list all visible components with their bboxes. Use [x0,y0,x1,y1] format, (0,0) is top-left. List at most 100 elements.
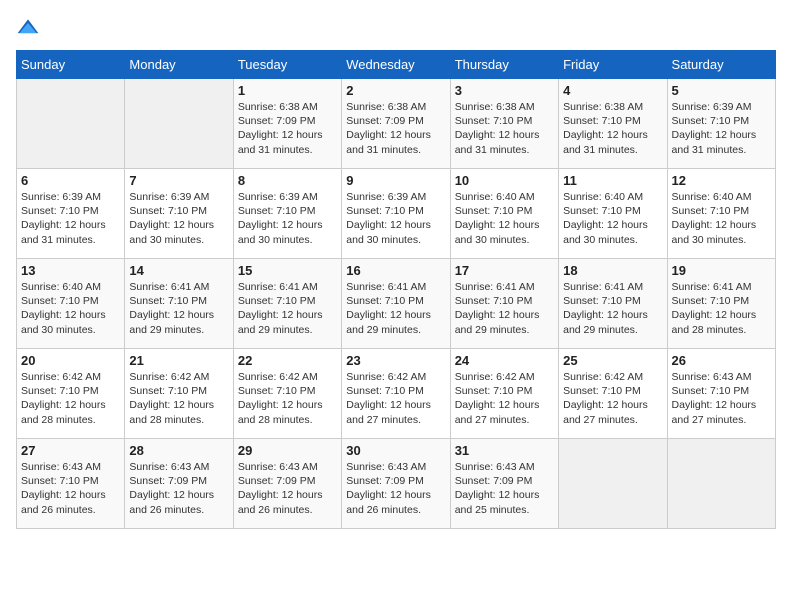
day-info: Sunrise: 6:43 AM Sunset: 7:09 PM Dayligh… [346,460,445,517]
day-number: 18 [563,263,662,278]
day-number: 1 [238,83,337,98]
day-info: Sunrise: 6:38 AM Sunset: 7:10 PM Dayligh… [455,100,554,157]
calendar-cell: 16 Sunrise: 6:41 AM Sunset: 7:10 PM Dayli… [342,259,450,349]
day-number: 16 [346,263,445,278]
calendar-cell: 20 Sunrise: 6:42 AM Sunset: 7:10 PM Dayli… [17,349,125,439]
calendar-cell: 26Sunrise: 6:43 AM Sunset: 7:10 PM Dayli… [667,349,775,439]
day-info: Sunrise: 6:42 AM Sunset: 7:10 PM Dayligh… [455,370,554,427]
day-number: 22 [238,353,337,368]
calendar-cell [125,79,233,169]
calendar-cell: 23 Sunrise: 6:42 AM Sunset: 7:10 PM Dayli… [342,349,450,439]
day-number: 31 [455,443,554,458]
day-number: 29 [238,443,337,458]
day-number: 2 [346,83,445,98]
day-info: Sunrise: 6:38 AM Sunset: 7:09 PM Dayligh… [238,100,337,157]
day-info: Sunrise: 6:43 AM Sunset: 7:09 PM Dayligh… [238,460,337,517]
day-number: 10 [455,173,554,188]
day-info: Sunrise: 6:40 AM Sunset: 7:10 PM Dayligh… [455,190,554,247]
day-info: Sunrise: 6:43 AM Sunset: 7:09 PM Dayligh… [455,460,554,517]
day-number: 28 [129,443,228,458]
day-info: Sunrise: 6:39 AM Sunset: 7:10 PM Dayligh… [21,190,120,247]
calendar-cell: 30 Sunrise: 6:43 AM Sunset: 7:09 PM Dayli… [342,439,450,529]
day-info: Sunrise: 6:41 AM Sunset: 7:10 PM Dayligh… [238,280,337,337]
day-number: 14 [129,263,228,278]
day-number: 23 [346,353,445,368]
day-of-week-header: Wednesday [342,51,450,79]
calendar-cell: 29 Sunrise: 6:43 AM Sunset: 7:09 PM Dayli… [233,439,341,529]
day-info: Sunrise: 6:38 AM Sunset: 7:09 PM Dayligh… [346,100,445,157]
calendar-cell: 25 Sunrise: 6:42 AM Sunset: 7:10 PM Dayli… [559,349,667,439]
day-number: 27 [21,443,120,458]
calendar-week-row: 20 Sunrise: 6:42 AM Sunset: 7:10 PM Dayli… [17,349,776,439]
calendar-cell: 21 Sunrise: 6:42 AM Sunset: 7:10 PM Dayli… [125,349,233,439]
day-info: Sunrise: 6:41 AM Sunset: 7:10 PM Dayligh… [563,280,662,337]
day-of-week-header: Tuesday [233,51,341,79]
calendar-cell [17,79,125,169]
day-info: Sunrise: 6:41 AM Sunset: 7:10 PM Dayligh… [346,280,445,337]
calendar-cell: 28 Sunrise: 6:43 AM Sunset: 7:09 PM Dayli… [125,439,233,529]
day-of-week-header: Monday [125,51,233,79]
day-info: Sunrise: 6:39 AM Sunset: 7:10 PM Dayligh… [672,100,771,157]
day-number: 4 [563,83,662,98]
calendar-cell: 22 Sunrise: 6:42 AM Sunset: 7:10 PM Dayli… [233,349,341,439]
calendar-cell: 18 Sunrise: 6:41 AM Sunset: 7:10 PM Dayli… [559,259,667,349]
day-info: Sunrise: 6:42 AM Sunset: 7:10 PM Dayligh… [346,370,445,427]
calendar-week-row: 13 Sunrise: 6:40 AM Sunset: 7:10 PM Dayli… [17,259,776,349]
day-number: 19 [672,263,771,278]
day-number: 8 [238,173,337,188]
day-number: 7 [129,173,228,188]
day-number: 30 [346,443,445,458]
calendar-cell: 9 Sunrise: 6:39 AM Sunset: 7:10 PM Daylig… [342,169,450,259]
calendar-cell: 6 Sunrise: 6:39 AM Sunset: 7:10 PM Daylig… [17,169,125,259]
day-number: 12 [672,173,771,188]
day-number: 3 [455,83,554,98]
day-number: 25 [563,353,662,368]
calendar-cell: 19Sunrise: 6:41 AM Sunset: 7:10 PM Dayli… [667,259,775,349]
day-of-week-header: Saturday [667,51,775,79]
day-number: 17 [455,263,554,278]
day-info: Sunrise: 6:42 AM Sunset: 7:10 PM Dayligh… [21,370,120,427]
calendar-cell [667,439,775,529]
day-info: Sunrise: 6:43 AM Sunset: 7:10 PM Dayligh… [672,370,771,427]
day-info: Sunrise: 6:42 AM Sunset: 7:10 PM Dayligh… [129,370,228,427]
calendar-week-row: 1 Sunrise: 6:38 AM Sunset: 7:09 PM Daylig… [17,79,776,169]
calendar-cell: 4 Sunrise: 6:38 AM Sunset: 7:10 PM Daylig… [559,79,667,169]
day-info: Sunrise: 6:40 AM Sunset: 7:10 PM Dayligh… [672,190,771,247]
day-number: 6 [21,173,120,188]
day-info: Sunrise: 6:38 AM Sunset: 7:10 PM Dayligh… [563,100,662,157]
logo [16,16,44,40]
calendar-week-row: 6 Sunrise: 6:39 AM Sunset: 7:10 PM Daylig… [17,169,776,259]
day-info: Sunrise: 6:39 AM Sunset: 7:10 PM Dayligh… [129,190,228,247]
day-of-week-header: Friday [559,51,667,79]
calendar-cell [559,439,667,529]
day-info: Sunrise: 6:40 AM Sunset: 7:10 PM Dayligh… [21,280,120,337]
logo-icon [16,16,40,40]
day-number: 24 [455,353,554,368]
page-header [16,16,776,40]
calendar-cell: 1 Sunrise: 6:38 AM Sunset: 7:09 PM Daylig… [233,79,341,169]
calendar-cell: 14 Sunrise: 6:41 AM Sunset: 7:10 PM Dayli… [125,259,233,349]
calendar-cell: 10 Sunrise: 6:40 AM Sunset: 7:10 PM Dayli… [450,169,558,259]
day-number: 13 [21,263,120,278]
day-info: Sunrise: 6:41 AM Sunset: 7:10 PM Dayligh… [129,280,228,337]
day-info: Sunrise: 6:39 AM Sunset: 7:10 PM Dayligh… [238,190,337,247]
day-number: 11 [563,173,662,188]
calendar-cell: 24 Sunrise: 6:42 AM Sunset: 7:10 PM Dayli… [450,349,558,439]
day-info: Sunrise: 6:41 AM Sunset: 7:10 PM Dayligh… [455,280,554,337]
day-info: Sunrise: 6:43 AM Sunset: 7:09 PM Dayligh… [129,460,228,517]
day-info: Sunrise: 6:39 AM Sunset: 7:10 PM Dayligh… [346,190,445,247]
day-info: Sunrise: 6:40 AM Sunset: 7:10 PM Dayligh… [563,190,662,247]
day-number: 21 [129,353,228,368]
calendar-week-row: 27Sunrise: 6:43 AM Sunset: 7:10 PM Dayli… [17,439,776,529]
calendar-cell: 8 Sunrise: 6:39 AM Sunset: 7:10 PM Daylig… [233,169,341,259]
day-info: Sunrise: 6:42 AM Sunset: 7:10 PM Dayligh… [563,370,662,427]
calendar-cell: 12 Sunrise: 6:40 AM Sunset: 7:10 PM Dayli… [667,169,775,259]
day-number: 9 [346,173,445,188]
calendar-cell: 2 Sunrise: 6:38 AM Sunset: 7:09 PM Daylig… [342,79,450,169]
calendar-cell: 7 Sunrise: 6:39 AM Sunset: 7:10 PM Daylig… [125,169,233,259]
days-header-row: SundayMondayTuesdayWednesdayThursdayFrid… [17,51,776,79]
day-info: Sunrise: 6:42 AM Sunset: 7:10 PM Dayligh… [238,370,337,427]
day-number: 20 [21,353,120,368]
calendar-cell: 15Sunrise: 6:41 AM Sunset: 7:10 PM Dayli… [233,259,341,349]
calendar-table: SundayMondayTuesdayWednesdayThursdayFrid… [16,50,776,529]
